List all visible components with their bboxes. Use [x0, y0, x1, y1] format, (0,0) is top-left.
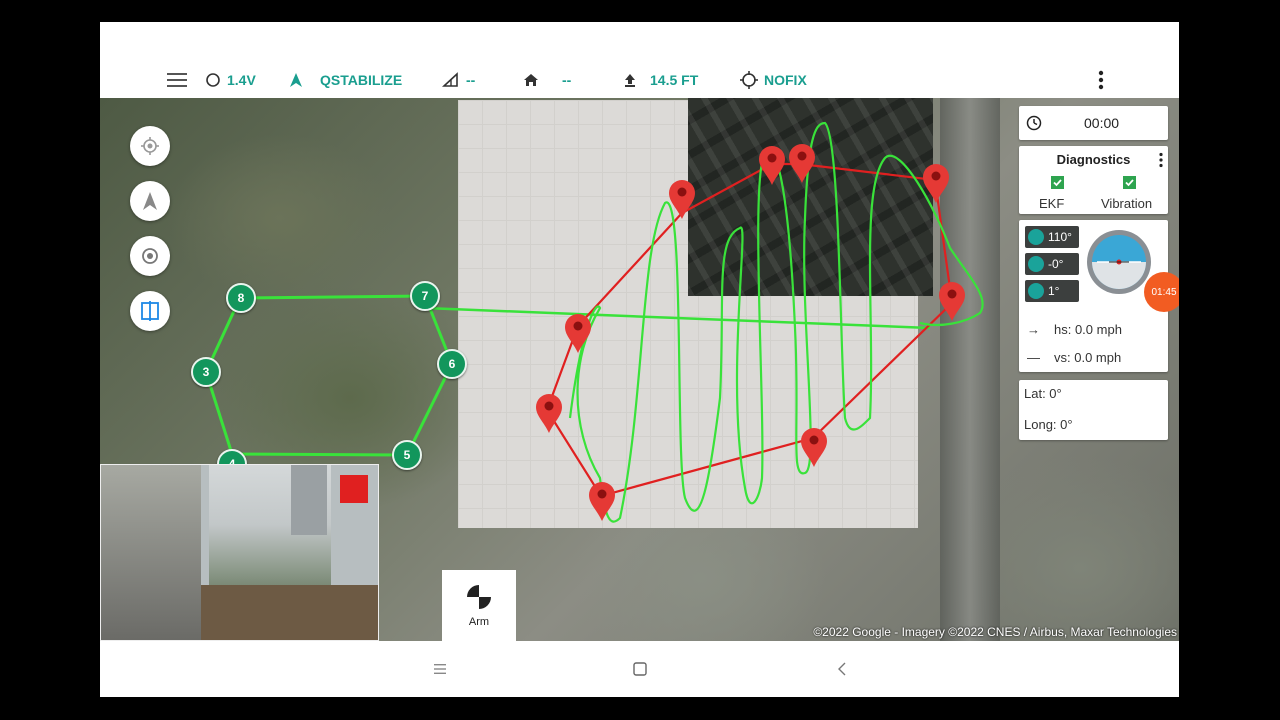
flight-mode-value: QSTABILIZE: [320, 72, 403, 88]
waypoint-marker[interactable]: 3: [191, 357, 221, 387]
more-vert-icon[interactable]: [1158, 152, 1164, 168]
camera-scene-desk: [201, 585, 378, 640]
satellite-map[interactable]: 8 7 6 5 4 3: [100, 98, 1179, 641]
my-location-button[interactable]: [130, 126, 170, 166]
roll-readout: 1°: [1025, 280, 1079, 302]
record-stop-button[interactable]: [340, 475, 368, 503]
navigation-arrow-icon: [290, 73, 302, 87]
upload-arrow-icon: [625, 74, 635, 87]
survey-pin-marker[interactable]: [587, 480, 617, 522]
ekf-label: EKF: [1039, 196, 1065, 211]
hamburger-icon: [167, 73, 187, 87]
check-icon: [1123, 176, 1136, 189]
timer-value: 00:00: [1084, 115, 1120, 131]
waypoint-marker[interactable]: 8: [226, 283, 256, 313]
gps-crosshair-icon: [740, 71, 758, 89]
survey-pin-marker[interactable]: [757, 144, 787, 186]
latitude: Lat: 0°: [1024, 386, 1062, 401]
back-nav-button[interactable]: [822, 641, 862, 697]
camera-scene-room: [101, 465, 201, 640]
split-view-icon: [141, 301, 159, 321]
check-icon: [1051, 176, 1064, 189]
flight-timer-bubble[interactable]: 01:45: [1144, 272, 1179, 312]
position-card: Lat: 0° Long: 0°: [1019, 380, 1168, 440]
survey-pin-marker[interactable]: [667, 178, 697, 220]
survey-pin-marker[interactable]: [799, 426, 829, 468]
drone-location-button[interactable]: [130, 181, 170, 221]
attitude-indicator: [1087, 230, 1151, 294]
navigation-arrow-icon: [143, 192, 157, 210]
survey-polygon: [545, 162, 954, 498]
vertical-speed: — vs: 0.0 mph: [1027, 349, 1122, 365]
map-attribution: ©2022 Google - Imagery ©2022 CNES / Airb…: [813, 625, 1177, 639]
vibration-label: Vibration: [1101, 196, 1153, 211]
yaw-readout: 110°: [1025, 226, 1079, 248]
survey-pin-marker[interactable]: [937, 280, 967, 322]
waypoint-marker[interactable]: 6: [437, 349, 467, 379]
app-window: 1.4V QSTABILIZE -- -- 14.5 FT NOFIX 8 7 …: [100, 22, 1179, 697]
home-icon: [524, 74, 538, 86]
menu-lines-icon: [434, 664, 446, 674]
battery-value: 1.4V: [227, 72, 256, 88]
diagnostics-card: Diagnostics EKF Vibration: [1019, 146, 1168, 214]
signal-icon: [442, 72, 458, 87]
roll-icon: [1028, 283, 1044, 299]
arm-propeller-icon: [467, 584, 491, 609]
arrow-right-icon: →: [1027, 321, 1040, 337]
camera-scene-building: [291, 465, 327, 535]
split-view-button[interactable]: [130, 291, 170, 331]
diagnostics-title: Diagnostics: [1056, 152, 1131, 167]
location-crosshair-icon: [141, 137, 159, 155]
android-navigation-bar: [100, 641, 1179, 697]
arm-label: Arm: [468, 615, 490, 628]
pitch-icon: [1028, 256, 1044, 272]
timer-card: 00:00: [1019, 106, 1168, 140]
arm-button[interactable]: Arm: [442, 570, 516, 641]
survey-pin-marker[interactable]: [563, 312, 593, 354]
survey-pin-marker[interactable]: [921, 162, 951, 204]
survey-pin-marker[interactable]: [534, 392, 564, 434]
clock-icon: [1026, 115, 1042, 131]
survey-pin-marker[interactable]: [787, 142, 817, 184]
back-chevron-icon: [838, 662, 846, 676]
signal-value: --: [466, 72, 476, 88]
more-vert-icon: [1098, 70, 1104, 90]
target-icon: [142, 248, 158, 264]
recents-button[interactable]: [420, 641, 460, 697]
altitude-value: 14.5 FT: [650, 72, 699, 88]
camera-preview[interactable]: [100, 464, 379, 641]
dash-icon: —: [1027, 349, 1040, 365]
horizontal-speed: → hs: 0.0 mph: [1027, 321, 1122, 337]
home-value: --: [562, 72, 572, 88]
pitch-readout: -0°: [1025, 253, 1079, 275]
battery-circle-icon: [206, 73, 220, 87]
waypoint-marker[interactable]: 7: [410, 281, 440, 311]
target-button[interactable]: [130, 236, 170, 276]
home-nav-button[interactable]: [620, 641, 660, 697]
gps-value: NOFIX: [764, 72, 807, 88]
yaw-icon: [1028, 229, 1044, 245]
waypoint-marker[interactable]: 5: [392, 440, 422, 470]
longitude: Long: 0°: [1024, 417, 1073, 432]
square-icon: [633, 662, 647, 676]
mission-path: [204, 294, 454, 457]
